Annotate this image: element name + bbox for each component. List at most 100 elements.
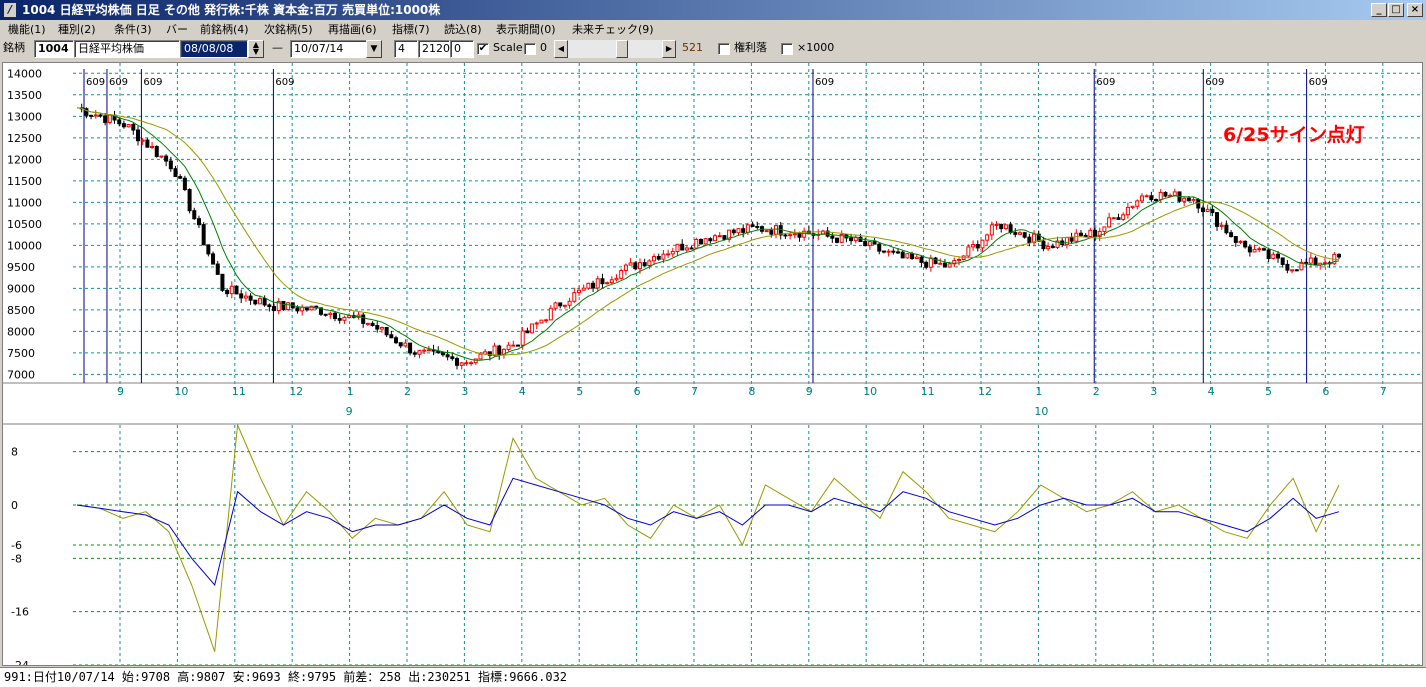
end-date-select[interactable]: 10/07/14 bbox=[290, 40, 368, 58]
down-candle bbox=[999, 223, 1004, 230]
down-candle bbox=[600, 278, 605, 285]
up-candle bbox=[1125, 206, 1130, 216]
up-candle bbox=[1182, 197, 1187, 202]
up-candle bbox=[1290, 269, 1295, 272]
up-candle bbox=[614, 277, 619, 281]
up-candle bbox=[1144, 195, 1149, 198]
up-candle bbox=[576, 289, 581, 294]
up-candle bbox=[661, 253, 666, 260]
down-candle bbox=[919, 256, 924, 263]
down-candle bbox=[234, 285, 239, 295]
menu-kinou[interactable]: 機能(1) bbox=[8, 22, 46, 37]
down-candle bbox=[1215, 212, 1220, 227]
up-candle bbox=[126, 123, 131, 128]
up-candle bbox=[328, 312, 333, 316]
down-candle bbox=[1022, 232, 1027, 238]
down-candle bbox=[1200, 207, 1205, 213]
restore-button[interactable]: □ bbox=[1388, 3, 1404, 17]
down-candle bbox=[154, 146, 159, 157]
down-candle bbox=[131, 123, 136, 131]
menu-prev-symbol[interactable]: 前銘柄(4) bbox=[200, 22, 249, 37]
chevron-down-icon[interactable]: ▼ bbox=[366, 40, 382, 58]
down-candle bbox=[1050, 246, 1055, 249]
down-candle bbox=[835, 237, 840, 243]
up-candle bbox=[1121, 214, 1126, 220]
down-candle bbox=[135, 129, 140, 142]
signal-marker-label: 609 bbox=[275, 77, 294, 88]
date-spinner[interactable]: ▲ ▼ bbox=[248, 40, 264, 58]
down-candle bbox=[253, 299, 258, 305]
scale-checkbox[interactable]: ✔ bbox=[477, 43, 489, 55]
down-candle bbox=[323, 313, 328, 316]
down-candle bbox=[830, 235, 835, 239]
month-label: 10 bbox=[174, 385, 188, 398]
down-candle bbox=[910, 253, 915, 260]
menu-jouken[interactable]: 条件(3) bbox=[114, 22, 152, 37]
start-date-input[interactable]: 08/08/08 bbox=[180, 40, 248, 58]
up-candle bbox=[623, 264, 628, 271]
scroll-right-icon[interactable]: ▶ bbox=[662, 40, 676, 58]
up-candle bbox=[93, 114, 98, 117]
down-candle bbox=[398, 342, 403, 347]
menu-load[interactable]: 読込(8) bbox=[444, 22, 482, 37]
down-candle bbox=[1027, 236, 1032, 244]
name-input[interactable]: 日経平均株価 bbox=[74, 40, 180, 58]
menu-shubetsu[interactable]: 種別(2) bbox=[58, 22, 96, 37]
down-candle bbox=[370, 322, 375, 327]
price-axis-label: 13500 bbox=[7, 89, 42, 102]
up-candle bbox=[548, 307, 553, 321]
menu-indicator[interactable]: 指標(7) bbox=[392, 22, 430, 37]
up-candle bbox=[637, 262, 642, 270]
down-candle bbox=[1013, 232, 1018, 235]
scroll-thumb[interactable] bbox=[616, 40, 628, 58]
up-candle bbox=[150, 146, 155, 149]
down-candle bbox=[708, 238, 713, 242]
zero-checkbox[interactable] bbox=[524, 43, 536, 55]
title-bar[interactable]: / 1004 日経平均株価 日足 その他 発行株:千株 資本金:百万 売買単位:… bbox=[0, 0, 1426, 20]
price-axis-label: 13000 bbox=[7, 110, 42, 123]
signal-marker-label: 609 bbox=[1096, 77, 1115, 88]
down-candle bbox=[1149, 195, 1154, 201]
osc-axis-label: -24 bbox=[11, 659, 29, 665]
down-candle bbox=[1285, 263, 1290, 271]
down-candle bbox=[1154, 199, 1159, 202]
menu-next-symbol[interactable]: 次銘柄(5) bbox=[264, 22, 313, 37]
up-candle bbox=[243, 295, 248, 299]
param2-input[interactable]: 2120 bbox=[418, 40, 450, 58]
up-candle bbox=[1130, 205, 1135, 208]
down-candle bbox=[698, 239, 703, 245]
x1000-checkbox[interactable] bbox=[781, 43, 793, 55]
osc-slow-line bbox=[76, 477, 1340, 587]
down-candle bbox=[196, 218, 201, 226]
up-candle bbox=[792, 233, 797, 236]
menu-future-check[interactable]: 未来チェック(9) bbox=[572, 22, 654, 37]
down-candle bbox=[975, 244, 980, 249]
month-label: 11 bbox=[921, 385, 935, 398]
down-candle bbox=[182, 177, 187, 191]
price-chart-svg[interactable]: 14000 13500 13000 12500 12000 11500 11000 10500… bbox=[3, 63, 1422, 665]
price-axis-label: 12000 bbox=[7, 153, 42, 166]
close-button[interactable]: × bbox=[1407, 3, 1423, 17]
up-candle bbox=[478, 353, 483, 360]
down-candle bbox=[1196, 198, 1201, 209]
param3-input[interactable]: 0 bbox=[450, 40, 474, 58]
down-candle bbox=[863, 240, 868, 247]
ma-short-line bbox=[76, 107, 1340, 361]
down-candle bbox=[1093, 229, 1098, 237]
down-candle bbox=[656, 255, 661, 260]
code-input[interactable]: 1004 bbox=[34, 40, 74, 58]
menu-display-period[interactable]: 表示期間(0) bbox=[496, 22, 556, 37]
menu-bar-type[interactable]: バー bbox=[166, 22, 188, 37]
up-candle bbox=[1135, 200, 1140, 207]
down-candle bbox=[1243, 240, 1248, 248]
chart-area[interactable]: 14000 13500 13000 12500 12000 11500 11000 10500… bbox=[2, 62, 1423, 666]
kenri-checkbox[interactable] bbox=[718, 43, 730, 55]
minimize-button[interactable]: _ bbox=[1371, 3, 1387, 17]
scroll-track[interactable] bbox=[568, 40, 662, 58]
up-candle bbox=[473, 358, 478, 364]
down-candle bbox=[89, 114, 94, 117]
param1-input[interactable]: 4 bbox=[394, 40, 418, 58]
month-label: 4 bbox=[1208, 385, 1215, 398]
scroll-left-icon[interactable]: ◀ bbox=[554, 40, 568, 58]
menu-redraw[interactable]: 再描画(6) bbox=[328, 22, 377, 37]
